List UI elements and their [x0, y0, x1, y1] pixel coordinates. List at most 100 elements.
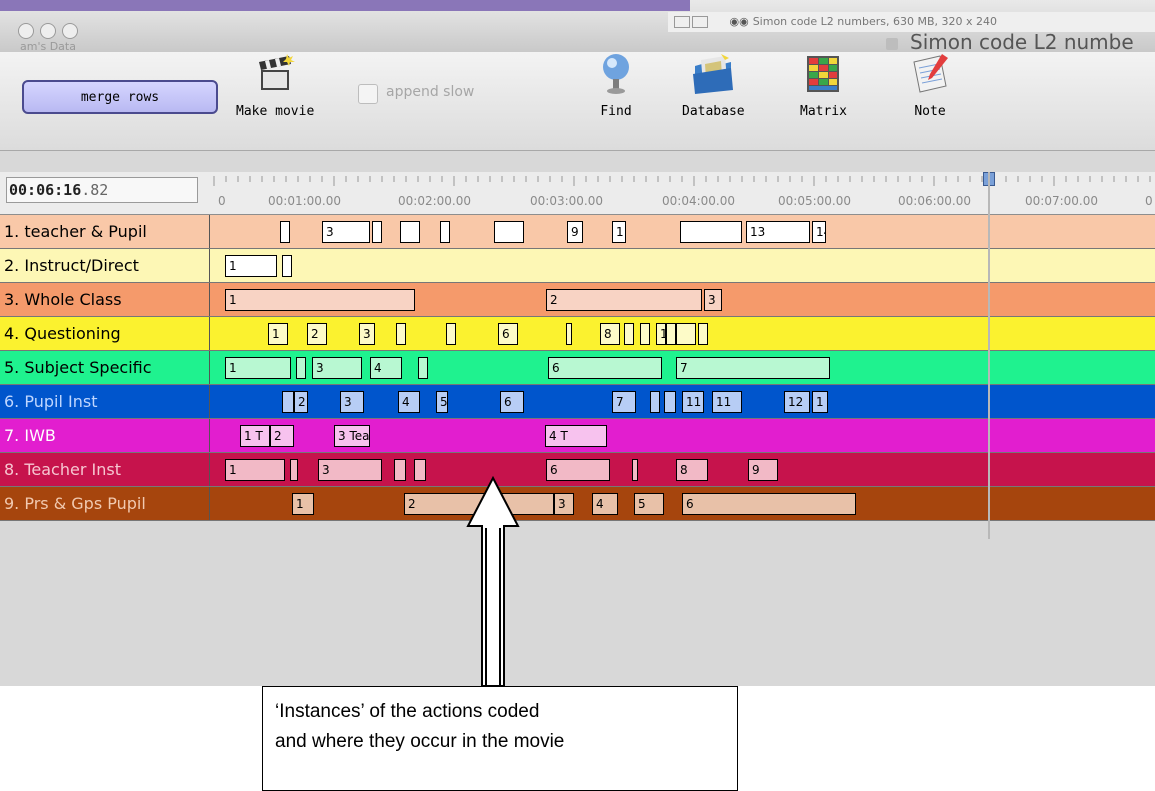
- cell-instance[interactable]: [282, 391, 294, 413]
- cell-instance[interactable]: [394, 459, 406, 481]
- cell-instance[interactable]: 3: [340, 391, 364, 413]
- resize-movie-icon[interactable]: [692, 16, 708, 28]
- cell-instance[interactable]: [296, 357, 306, 379]
- timecode-display[interactable]: 00:06:16.82: [6, 177, 198, 203]
- cell-instance[interactable]: 2: [270, 425, 294, 447]
- cell-instance[interactable]: [282, 255, 292, 277]
- matrix-button[interactable]: Matrix: [800, 52, 847, 119]
- find-button[interactable]: Find: [594, 52, 638, 119]
- code-row[interactable]: 9. Prs & Gps Pupil 1 2 3 4 5 6: [0, 487, 1155, 521]
- cell-instance[interactable]: 12: [784, 391, 810, 413]
- cell-instance[interactable]: 1: [268, 323, 288, 345]
- cell-instance[interactable]: [446, 323, 456, 345]
- cell-instance[interactable]: [666, 323, 676, 345]
- append-slow-checkbox[interactable]: [358, 84, 378, 104]
- cell-instance[interactable]: [680, 221, 742, 243]
- cell-instance[interactable]: 3: [318, 459, 382, 481]
- cell-instance[interactable]: 6: [548, 357, 662, 379]
- timeline-ruler[interactable]: 00:06:16.82 0 00:01:00.00 00:02:00.00 00:03…: [0, 172, 1155, 215]
- cell-instance[interactable]: [624, 323, 634, 345]
- cell-instance[interactable]: [664, 391, 676, 413]
- cell-instance[interactable]: [400, 221, 420, 243]
- cell-instance[interactable]: 8: [600, 323, 620, 345]
- cell-instance[interactable]: [372, 221, 382, 243]
- cell-instance[interactable]: 11: [682, 391, 704, 413]
- cell-instance[interactable]: 9: [748, 459, 778, 481]
- cell-instance[interactable]: 6: [498, 323, 518, 345]
- cell-instance[interactable]: 3: [704, 289, 722, 311]
- cell-instance[interactable]: 3: [322, 221, 370, 243]
- cell-instance[interactable]: [396, 323, 406, 345]
- cell-instance[interactable]: [632, 459, 638, 481]
- zoom-window-button[interactable]: [62, 23, 78, 39]
- make-movie-button[interactable]: Make movie: [236, 52, 314, 119]
- cell-instance[interactable]: [418, 357, 428, 379]
- cell-instance[interactable]: 1 T: [240, 425, 270, 447]
- cell-instance[interactable]: 7: [676, 357, 830, 379]
- cell-instance[interactable]: 6: [546, 459, 610, 481]
- cell-instance[interactable]: 3: [359, 323, 375, 345]
- cell-instance[interactable]: [566, 323, 572, 345]
- cell-instance[interactable]: 6: [500, 391, 524, 413]
- close-window-button[interactable]: [18, 23, 34, 39]
- cell-instance[interactable]: 5: [436, 391, 448, 413]
- cell-instance[interactable]: 4: [370, 357, 402, 379]
- row-label[interactable]: 1. teacher & Pupil: [0, 215, 210, 248]
- cell-instance[interactable]: 3: [312, 357, 362, 379]
- row-label[interactable]: 8. Teacher Inst: [0, 453, 210, 486]
- row-label[interactable]: 4. Questioning: [0, 317, 210, 350]
- code-row[interactable]: 4. Questioning123681: [0, 317, 1155, 351]
- cell-instance[interactable]: [290, 459, 298, 481]
- row-label[interactable]: 2. Instruct/Direct: [0, 249, 210, 282]
- cell-instance[interactable]: 4: [592, 493, 618, 515]
- cell-instance[interactable]: 1: [225, 255, 277, 277]
- cell-instance[interactable]: [640, 323, 650, 345]
- cell-instance[interactable]: [414, 459, 426, 481]
- merge-rows-button[interactable]: merge rows: [22, 80, 218, 114]
- cell-instance[interactable]: 1: [812, 391, 828, 413]
- cell-instance[interactable]: 1: [656, 323, 666, 345]
- row-label[interactable]: 9. Prs & Gps Pupil: [0, 487, 210, 520]
- cell-instance[interactable]: 7: [612, 391, 636, 413]
- cell-instance[interactable]: 9: [567, 221, 583, 243]
- row-label[interactable]: 3. Whole Class: [0, 283, 210, 316]
- cell-instance[interactable]: 2: [294, 391, 308, 413]
- cell-instance[interactable]: 1: [225, 459, 285, 481]
- cell-instance[interactable]: 2: [546, 289, 702, 311]
- cell-instance[interactable]: 11: [712, 391, 742, 413]
- code-row[interactable]: 3. Whole Class 1 2 3: [0, 283, 1155, 317]
- cell-instance[interactable]: 2: [307, 323, 327, 345]
- code-row[interactable]: 5. Subject Specific 1 3 4 6 7: [0, 351, 1155, 385]
- cell-instance[interactable]: 3: [554, 493, 574, 515]
- cell-instance[interactable]: 1: [292, 493, 314, 515]
- cell-instance[interactable]: [650, 391, 660, 413]
- code-row[interactable]: 2. Instruct/Direct 1: [0, 249, 1155, 283]
- minimize-window-button[interactable]: [40, 23, 56, 39]
- cell-instance[interactable]: 6: [682, 493, 856, 515]
- minimize-movie-icon[interactable]: [674, 16, 690, 28]
- cell-instance[interactable]: 1: [225, 357, 291, 379]
- code-row[interactable]: 1. teacher & Pupil 3 9 1 1314: [0, 215, 1155, 249]
- cell-instance[interactable]: [440, 221, 450, 243]
- cell-instance[interactable]: 1: [225, 289, 415, 311]
- note-button[interactable]: Note: [908, 52, 952, 119]
- code-row[interactable]: 6. Pupil Inst 2 3 4 5 6 7 11 11 12 1: [0, 385, 1155, 419]
- row-label[interactable]: 5. Subject Specific: [0, 351, 210, 384]
- cell-instance[interactable]: [494, 221, 524, 243]
- movie-window-title[interactable]: Simon code L2 numbe: [910, 30, 1134, 54]
- cell-instance[interactable]: 13: [746, 221, 810, 243]
- cell-instance[interactable]: [676, 323, 696, 345]
- cell-instance[interactable]: 4: [398, 391, 420, 413]
- cell-instance[interactable]: 4 T: [545, 425, 607, 447]
- row-label[interactable]: 6. Pupil Inst: [0, 385, 210, 418]
- cell-instance[interactable]: 5: [634, 493, 664, 515]
- cell-instance[interactable]: [698, 323, 708, 345]
- row-label[interactable]: 7. IWB: [0, 419, 210, 452]
- cell-instance[interactable]: 14: [812, 221, 826, 243]
- code-row[interactable]: 7. IWB 1 T2 3 Tea 4 T: [0, 419, 1155, 453]
- code-row[interactable]: 8. Teacher Inst 1 3 6 8 9: [0, 453, 1155, 487]
- database-button[interactable]: Database: [682, 52, 745, 119]
- cell-instance[interactable]: 3 Tea: [334, 425, 370, 447]
- cell-instance[interactable]: 1: [612, 221, 626, 243]
- cell-instance[interactable]: [280, 221, 290, 243]
